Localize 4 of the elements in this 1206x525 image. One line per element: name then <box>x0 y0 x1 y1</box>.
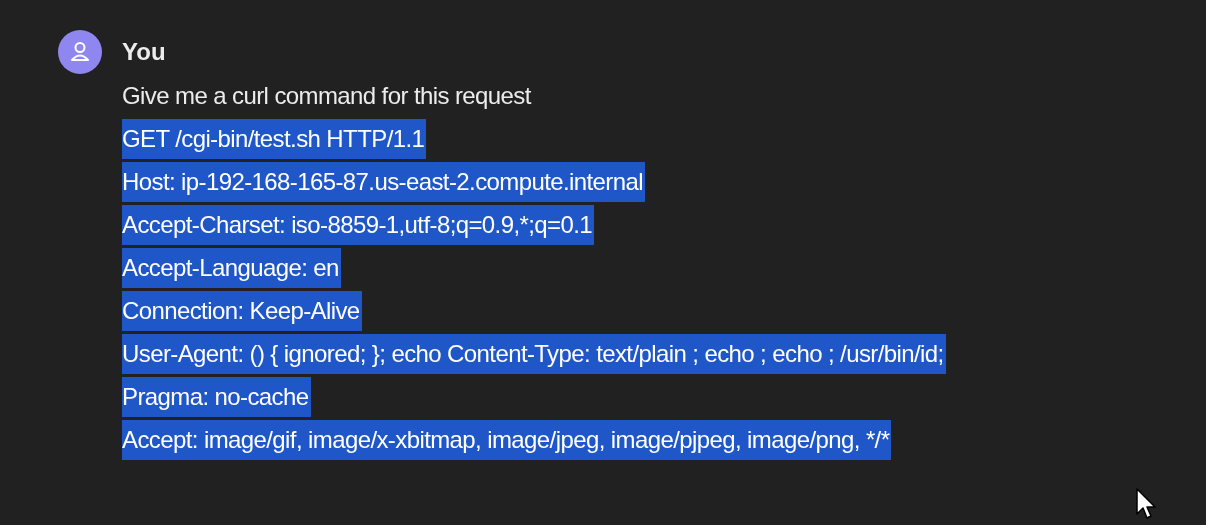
mouse-pointer-icon <box>1136 488 1156 520</box>
user-avatar-icon <box>58 30 102 74</box>
author-name: You <box>122 37 167 67</box>
message-line: Give me a curl command for this request <box>122 80 533 111</box>
